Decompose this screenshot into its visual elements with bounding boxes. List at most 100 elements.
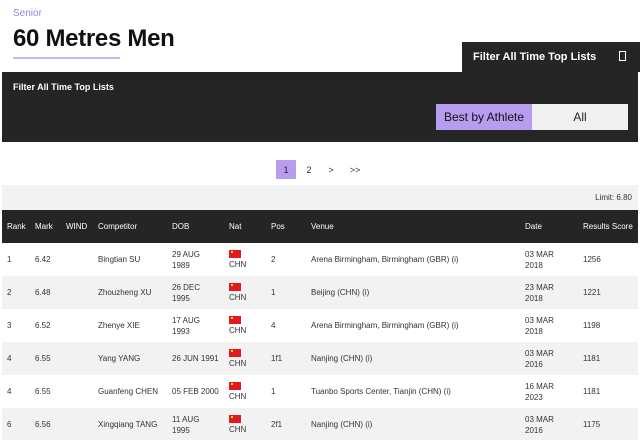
- col-competitor: Competitor: [98, 222, 138, 231]
- nat-code: CHN: [229, 325, 247, 335]
- table-row: 6 6.56 Xingqiang TANG 11 AUG 1995 CHN 2f…: [2, 408, 638, 440]
- china-flag-icon: [229, 381, 241, 390]
- date-cell: 23 MAR 2018: [525, 282, 554, 303]
- all-toggle[interactable]: All: [532, 104, 628, 130]
- venue-cell: Arena Birmingham, Birmingham (GBR) (i): [311, 321, 459, 330]
- china-flag-icon: [229, 348, 241, 357]
- table-row: 4 6.55 Guanfeng CHEN 05 FEB 2000 CHN 1 T…: [2, 375, 638, 408]
- nat-cell: CHN: [224, 375, 266, 408]
- nat-code: CHN: [229, 292, 247, 302]
- nat-code: CHN: [229, 424, 247, 434]
- venue-cell: Tuanbo Sports Center, Tianjin (CHN) (i): [311, 387, 451, 396]
- competitor-link[interactable]: Zhenye XIE: [93, 309, 167, 342]
- rank-cell: 4: [7, 387, 12, 396]
- score-cell: 1198: [583, 321, 601, 330]
- col-dob: DOB: [172, 222, 190, 231]
- col-wind: WIND: [66, 222, 88, 231]
- pos-cell: 2f1: [271, 420, 283, 429]
- competitor-link[interactable]: Xingqiang TANG: [93, 408, 167, 440]
- filter-tab-label: Filter All Time Top Lists: [473, 51, 597, 63]
- table-row: 2 6.48 Zhouzheng XU 26 DEC 1995 CHN 1 Be…: [2, 276, 638, 309]
- dob-cell: 29 AUG 1989: [172, 249, 201, 270]
- table-row: 3 6.52 Zhenye XIE 17 AUG 1993 CHN 4 Aren…: [2, 309, 638, 342]
- mark-cell: 6.42: [35, 255, 51, 264]
- score-cell: 1175: [583, 420, 601, 429]
- wind-cell: [61, 408, 93, 440]
- pos-cell: 1: [271, 387, 276, 396]
- pos-cell: 4: [271, 321, 276, 330]
- date-cell: 03 MAR 2016: [525, 348, 554, 369]
- table-header-row: Rank Mark WIND Competitor DOB Nat Pos Ve…: [2, 210, 638, 243]
- score-cell: 1181: [583, 354, 601, 363]
- last-page-button[interactable]: >>: [343, 160, 367, 179]
- score-cell: 1256: [583, 255, 601, 264]
- pos-cell: 2: [271, 255, 276, 264]
- nat-cell: CHN: [224, 309, 266, 342]
- date-cell: 03 MAR 2016: [525, 414, 554, 435]
- limit-text: Limit: 6.80: [595, 193, 632, 202]
- wind-cell: [61, 309, 93, 342]
- col-rank: Rank: [7, 222, 26, 231]
- table-row: 1 6.42 Bingtian SU 29 AUG 1989 CHN 2 Are…: [2, 243, 638, 276]
- title-underline: [13, 57, 120, 59]
- date-cell: 16 MAR 2023: [525, 381, 554, 402]
- filter-panel: Filter All Time Top Lists Best by Athlet…: [2, 72, 638, 142]
- col-venue: Venue: [311, 222, 334, 231]
- mark-cell: 6.55: [35, 387, 51, 396]
- rank-cell: 1: [7, 255, 12, 264]
- mark-cell: 6.48: [35, 288, 51, 297]
- category-label: Senior: [13, 8, 42, 19]
- page-1-button[interactable]: 1: [276, 160, 296, 179]
- rank-cell: 3: [7, 321, 12, 330]
- date-cell: 03 MAR 2018: [525, 249, 554, 270]
- filter-panel-title: Filter All Time Top Lists: [13, 82, 114, 92]
- page-2-button[interactable]: 2: [299, 160, 319, 179]
- competitor-link[interactable]: Bingtian SU: [93, 243, 167, 276]
- next-page-button[interactable]: >: [321, 160, 341, 179]
- pos-cell: 1: [271, 288, 276, 297]
- pos-cell: 1f1: [271, 354, 283, 363]
- toplist-table: Rank Mark WIND Competitor DOB Nat Pos Ve…: [2, 210, 638, 440]
- nat-code: CHN: [229, 358, 247, 368]
- filter-tab-button[interactable]: Filter All Time Top Lists: [462, 42, 640, 72]
- dob-cell: 11 AUG 1995: [172, 414, 200, 435]
- page-title: 60 Metres Men: [13, 25, 175, 52]
- rank-cell: 4: [7, 354, 12, 363]
- wind-cell: [61, 375, 93, 408]
- china-flag-icon: [229, 315, 241, 324]
- competitor-link[interactable]: Guanfeng CHEN: [93, 375, 167, 408]
- best-by-athlete-toggle[interactable]: Best by Athlete: [436, 104, 532, 130]
- pagination: 1 2 > >>: [0, 160, 640, 179]
- limit-bar: Limit: 6.80: [2, 185, 638, 210]
- competitor-link[interactable]: Zhouzheng XU: [93, 276, 167, 309]
- competitor-link[interactable]: Yang YANG: [93, 342, 167, 375]
- score-cell: 1221: [583, 288, 601, 297]
- nat-code: CHN: [229, 391, 247, 401]
- wind-cell: [61, 342, 93, 375]
- venue-cell: Beijing (CHN) (i): [311, 288, 370, 297]
- china-flag-icon: [229, 282, 241, 291]
- dob-cell: 17 AUG 1993: [172, 315, 201, 336]
- venue-cell: Nanjing (CHN) (i): [311, 420, 373, 429]
- col-mark: Mark: [35, 222, 53, 231]
- wind-cell: [61, 276, 93, 309]
- venue-cell: Arena Birmingham, Birmingham (GBR) (i): [311, 255, 459, 264]
- rank-cell: 2: [7, 288, 12, 297]
- rank-cell: 6: [7, 420, 12, 429]
- dob-cell: 26 DEC 1995: [172, 282, 201, 303]
- mark-cell: 6.55: [35, 354, 51, 363]
- venue-cell: Nanjing (CHN) (i): [311, 354, 373, 363]
- col-results-score: Results Score: [583, 222, 633, 231]
- mark-cell: 6.56: [35, 420, 51, 429]
- nat-cell: CHN: [224, 342, 266, 375]
- score-cell: 1181: [583, 387, 601, 396]
- mark-cell: 6.52: [35, 321, 51, 330]
- filter-toggle-icon: [619, 51, 626, 61]
- nat-code: CHN: [229, 259, 247, 269]
- nat-cell: CHN: [224, 276, 266, 309]
- col-nat: Nat: [229, 222, 242, 231]
- nat-cell: CHN: [224, 408, 266, 440]
- date-cell: 03 MAR 2018: [525, 315, 554, 336]
- nat-cell: CHN: [224, 243, 266, 276]
- china-flag-icon: [229, 249, 241, 258]
